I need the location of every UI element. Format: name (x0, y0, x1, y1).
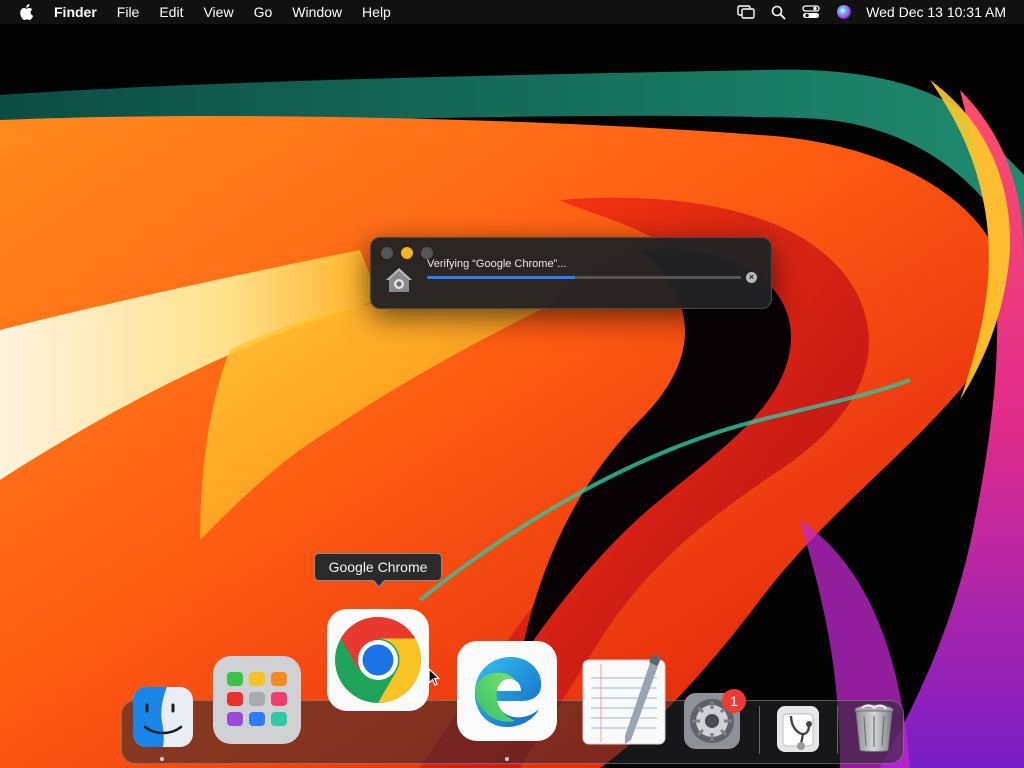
home-folder-icon (385, 266, 413, 299)
dock-microsoft-edge[interactable] (457, 641, 557, 746)
dock-finder[interactable] (133, 687, 193, 752)
dialog-title: Verifying “Google Chrome”... (427, 258, 567, 270)
search-icon[interactable] (771, 5, 786, 20)
apple-menu-icon[interactable] (14, 4, 38, 20)
menu-view[interactable]: View (203, 4, 233, 20)
dock-tooltip: Google Chrome (314, 553, 442, 588)
dock-tooltip-label: Google Chrome (328, 559, 428, 575)
disk-utility-icon (777, 706, 819, 752)
dock-disk-utility[interactable] (773, 704, 823, 759)
finder-icon (133, 687, 193, 747)
textedit-icon (582, 654, 666, 745)
dock-separator (759, 706, 760, 754)
menu-app-name[interactable]: Finder (54, 4, 97, 20)
verifying-dialog: Verifying “Google Chrome”... × (370, 237, 772, 309)
menu-go[interactable]: Go (254, 4, 273, 20)
menu-help[interactable]: Help (362, 4, 391, 20)
screen-mirroring-icon[interactable] (737, 5, 755, 19)
menu-bar: Finder File Edit View Go Window Help Wed… (0, 0, 1024, 24)
menu-file[interactable]: File (117, 4, 140, 20)
finder-running-indicator (160, 757, 164, 761)
menu-bar-clock[interactable]: Wed Dec 13 10:31 AM (866, 4, 1006, 20)
control-center-icon[interactable] (802, 5, 820, 19)
dock-trash[interactable] (852, 702, 896, 759)
edge-icon (457, 641, 557, 741)
dock-separator-2 (837, 706, 838, 754)
chrome-icon (327, 609, 429, 711)
dock-launchpad[interactable] (213, 656, 301, 749)
launchpad-icon (213, 656, 301, 744)
minimize-window-button[interactable] (401, 247, 413, 259)
menu-edit[interactable]: Edit (159, 4, 183, 20)
menu-window[interactable]: Window (292, 4, 342, 20)
dock-textedit[interactable] (581, 652, 667, 751)
cancel-verify-button[interactable]: × (746, 272, 757, 283)
progress-bar (427, 276, 741, 279)
trash-icon (854, 704, 894, 752)
mouse-pointer-icon (428, 667, 441, 691)
progress-bar-fill (427, 276, 575, 279)
edge-running-indicator (505, 757, 509, 761)
close-window-button[interactable] (381, 247, 393, 259)
notification-badge: 1 (722, 689, 746, 713)
dock-google-chrome[interactable] (327, 609, 429, 716)
siri-icon[interactable] (836, 4, 852, 20)
